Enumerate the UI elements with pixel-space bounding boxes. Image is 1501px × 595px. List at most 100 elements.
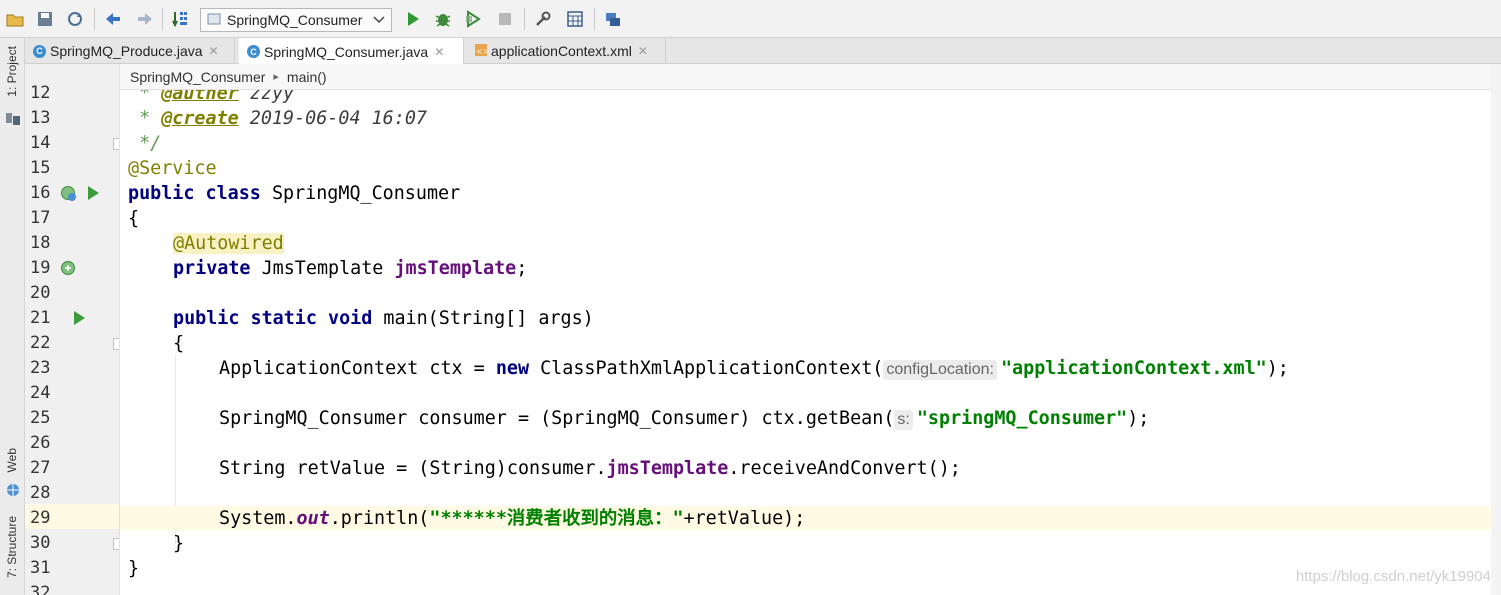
- close-icon[interactable]: ✕: [209, 44, 219, 58]
- autowired-bean-icon[interactable]: [60, 260, 76, 276]
- line-number: 15: [30, 158, 51, 178]
- static-field: out: [296, 508, 330, 529]
- line-number: 20: [30, 283, 51, 303]
- chevron-down-icon: [373, 13, 385, 30]
- class-name: SpringMQ_Consumer: [260, 183, 461, 204]
- watermark: https://blog.csdn.net/yk19904: [1295, 568, 1491, 585]
- tab-label: SpringMQ_Consumer.java: [264, 43, 429, 60]
- string-literal-cjk: 消费者收到的消息：: [506, 508, 673, 529]
- code-line-19: private JmsTemplate jmsTemplate;: [120, 256, 1501, 281]
- project-tool-button[interactable]: 1: Project: [5, 46, 19, 97]
- stop-icon[interactable]: [494, 8, 516, 30]
- fold-marker[interactable]: [113, 538, 119, 550]
- code-text: String retValue = (String)consumer.: [219, 458, 607, 479]
- debug-icon[interactable]: [432, 8, 454, 30]
- doc-comment-end: */: [128, 133, 162, 154]
- code-line-22: {: [120, 331, 1501, 356]
- structure-tool-button[interactable]: 7: Structure: [5, 516, 19, 578]
- code-line-16: public class SpringMQ_Consumer: [120, 181, 1501, 206]
- line-number: 24: [30, 383, 51, 403]
- code-line-21: public static void main(String[] args): [120, 306, 1501, 331]
- parameter-hint: configLocation:: [883, 360, 997, 380]
- run-gutter-icon[interactable]: [86, 185, 102, 201]
- code-editor[interactable]: * @auther zzyy * @create 2019-06-04 16:0…: [120, 90, 1501, 595]
- code-line-14: */: [120, 131, 1501, 156]
- left-tool-window-strip: 1: Project Web 7: Structure: [0, 38, 25, 595]
- close-icon[interactable]: ✕: [434, 45, 444, 59]
- code-line-12: * @auther zzyy: [120, 90, 1501, 106]
- code-line-13: * @create 2019-06-04 16:07: [120, 106, 1501, 131]
- sync-icon[interactable]: [64, 8, 86, 30]
- tab-label: applicationContext.xml: [491, 43, 632, 59]
- doc-comment: *: [128, 90, 162, 104]
- line-number: 31: [30, 558, 51, 578]
- breadcrumb-method[interactable]: main(): [287, 69, 327, 85]
- line-number: 26: [30, 433, 51, 453]
- java-class-icon: C: [33, 44, 46, 58]
- line-number: 16: [30, 183, 51, 203]
- doc-value: 2019-06-04 16:07: [238, 108, 427, 129]
- code-text: ApplicationContext ctx =: [219, 358, 496, 379]
- code-text: SpringMQ_Consumer consumer = (SpringMQ_C…: [219, 408, 895, 429]
- tab-springmq-consumer[interactable]: C SpringMQ_Consumer.java ✕: [239, 38, 464, 65]
- code-text: .receiveAndConvert();: [728, 458, 961, 479]
- editor-tab-bar: C SpringMQ_Produce.java ✕ C SpringMQ_Con…: [25, 38, 1501, 65]
- keyword: public class: [128, 183, 261, 204]
- close-icon[interactable]: ✕: [638, 44, 648, 58]
- doc-tag: @create: [161, 108, 239, 129]
- line-number: 23: [30, 358, 51, 378]
- forward-icon[interactable]: [134, 8, 156, 30]
- string-literal: "******: [429, 508, 507, 529]
- fold-marker[interactable]: [113, 338, 119, 350]
- keyword: private: [173, 258, 251, 279]
- line-number: 28: [30, 483, 51, 503]
- settings-icon[interactable]: [532, 8, 554, 30]
- code-line-31: }: [120, 556, 1501, 581]
- string-literal: ": [672, 508, 684, 529]
- keyword: public static void: [173, 308, 373, 329]
- save-icon[interactable]: [34, 8, 56, 30]
- vcs-icon[interactable]: [602, 8, 624, 30]
- run-configuration-select[interactable]: SpringMQ_Consumer: [200, 8, 392, 32]
- coverage-icon[interactable]: [462, 8, 484, 30]
- java-class-icon: C: [247, 45, 260, 58]
- field-name: jmsTemplate: [394, 258, 517, 279]
- web-tool-icon[interactable]: [6, 482, 20, 501]
- tab-springmq-produce[interactable]: C SpringMQ_Produce.java ✕: [25, 38, 235, 64]
- xml-file-icon: <>: [474, 43, 489, 60]
- editor-gutter: 12 13 14 15 16 17 18 19 20 21 22 23 24 2…: [25, 64, 120, 595]
- code-text: System.: [219, 508, 297, 529]
- web-tool-button[interactable]: Web: [5, 448, 19, 472]
- doc-value: zzyy: [238, 90, 295, 104]
- string-literal: "springMQ_Consumer": [916, 408, 1128, 429]
- method-signature: main(String[] args): [372, 308, 594, 329]
- code-line-15: @Service: [120, 156, 1501, 181]
- spring-bean-icon[interactable]: [60, 185, 76, 201]
- field-name: jmsTemplate: [606, 458, 729, 479]
- semicolon: ;: [516, 258, 528, 279]
- brace: {: [173, 333, 185, 354]
- brace: }: [128, 558, 140, 579]
- code-text: .println(: [329, 508, 430, 529]
- chevron-right-icon: ▸: [273, 71, 279, 83]
- code-line-29: System.out.println("******消费者收到的消息："+ret…: [120, 506, 1501, 531]
- build-icon[interactable]: [170, 8, 192, 30]
- structure-icon[interactable]: [564, 8, 586, 30]
- code-line-25: SpringMQ_Consumer consumer = (SpringMQ_C…: [120, 406, 1501, 431]
- run-icon[interactable]: [402, 8, 424, 30]
- project-tool-icon[interactable]: [6, 110, 20, 129]
- code-line-18: @Autowired: [120, 231, 1501, 256]
- code-text: ClassPathXmlApplicationContext(: [529, 358, 884, 379]
- run-gutter-icon[interactable]: [72, 310, 88, 326]
- line-number: 17: [30, 208, 51, 228]
- back-icon[interactable]: [102, 8, 124, 30]
- vertical-scrollbar[interactable]: [1491, 64, 1501, 595]
- fold-marker[interactable]: [113, 138, 119, 150]
- line-number: 29: [30, 508, 51, 528]
- open-icon[interactable]: [4, 8, 26, 30]
- line-number: 13: [30, 108, 51, 128]
- line-number: 14: [30, 133, 51, 153]
- annotation: @Service: [128, 158, 217, 179]
- breadcrumb-class[interactable]: SpringMQ_Consumer: [130, 69, 265, 85]
- tab-application-context-xml[interactable]: <> applicationContext.xml ✕: [466, 38, 666, 64]
